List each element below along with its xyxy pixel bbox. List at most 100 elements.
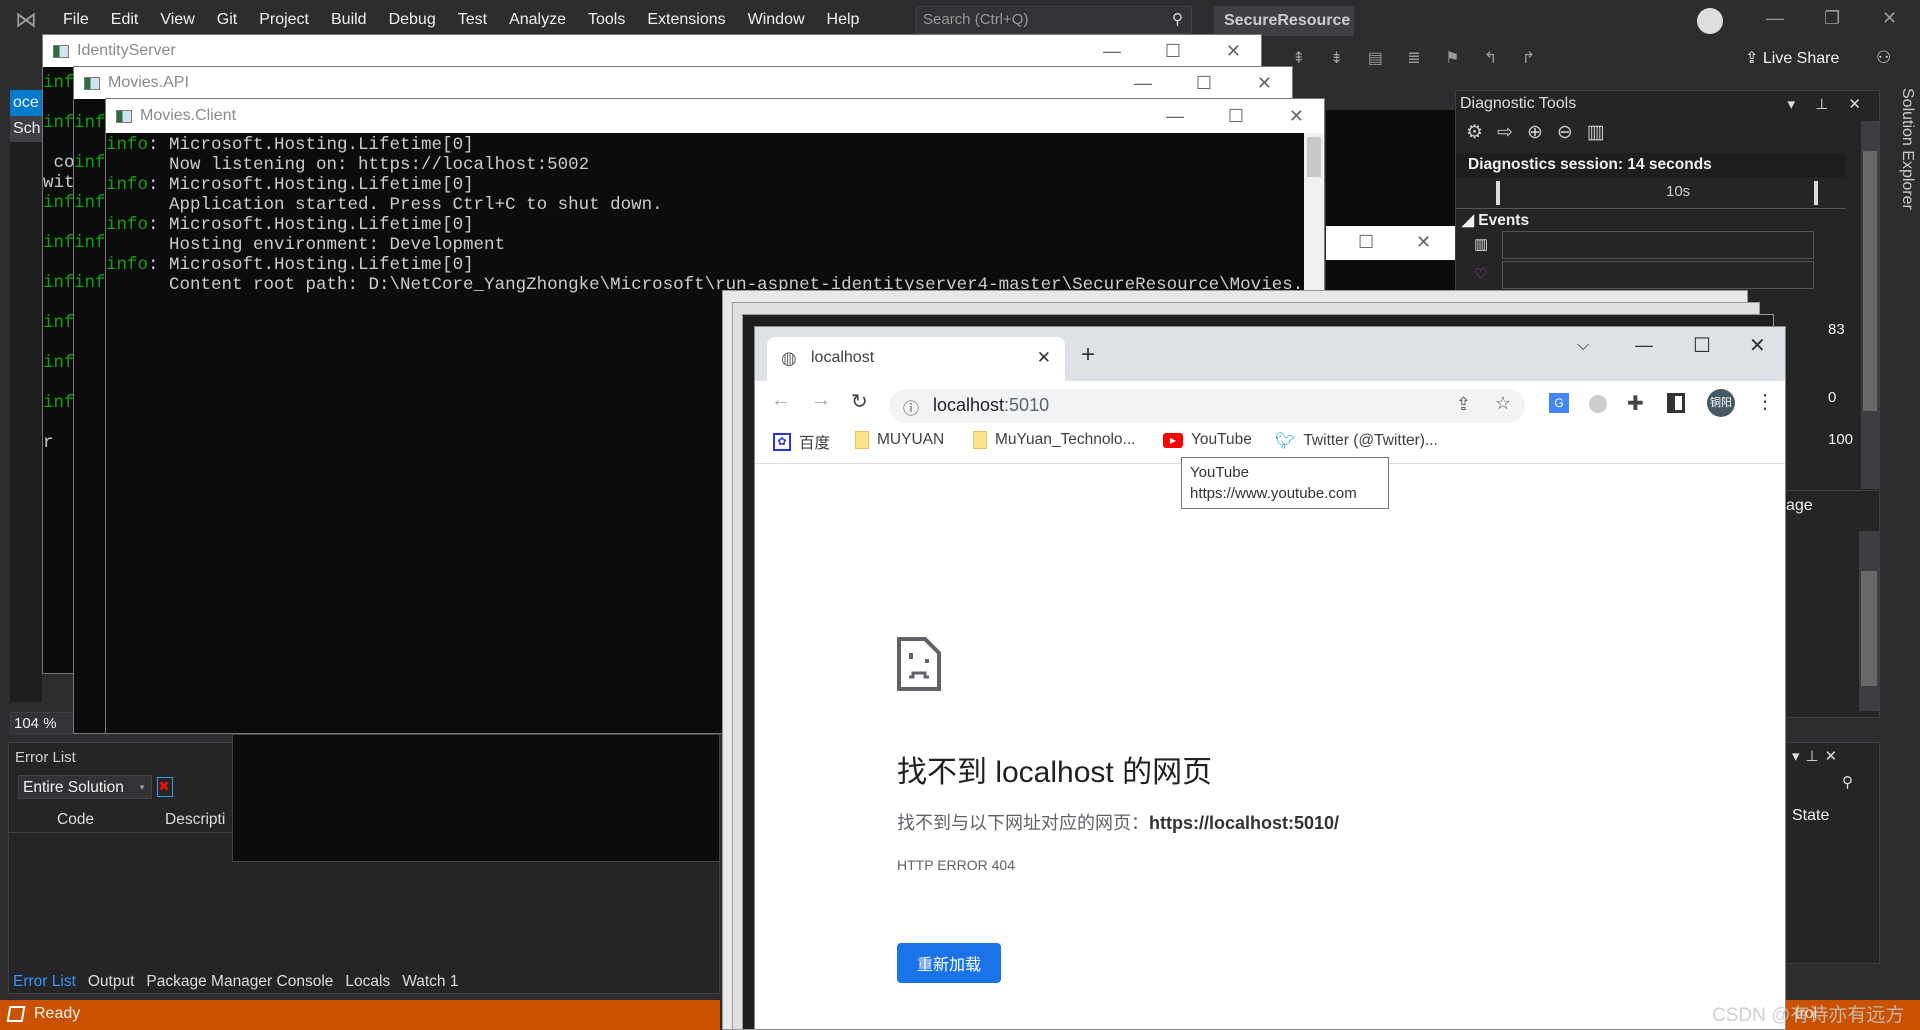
close-icon[interactable]: ✕: [1257, 73, 1272, 94]
log-level: info: [106, 175, 149, 195]
avatar[interactable]: [1697, 8, 1723, 34]
panel-controls[interactable]: ▾ ⊥ ✕: [1788, 95, 1870, 113]
toolbar-icons[interactable]: ⇞ ⇟ ▤ ≣ ⚑ ↰ ↱: [1292, 48, 1545, 68]
tab-search-icon[interactable]: ⌵: [1577, 337, 1589, 355]
close-icon[interactable]: ✕: [1882, 8, 1897, 29]
menu-git[interactable]: Git: [206, 11, 248, 28]
bookmark-muyuan[interactable]: MUYUAN: [855, 431, 944, 449]
tab-output[interactable]: Output: [88, 973, 135, 990]
menu-file[interactable]: File: [52, 11, 100, 28]
close-tab-icon[interactable]: ✕: [1037, 348, 1051, 368]
close-icon[interactable]: ✕: [1226, 41, 1241, 62]
close-icon[interactable]: ✕: [1749, 333, 1766, 358]
maximize-icon[interactable]: ☐: [1693, 333, 1711, 358]
maximize-icon[interactable]: ☐: [1228, 106, 1244, 127]
column-state[interactable]: State: [1792, 807, 1829, 825]
menu-analyze[interactable]: Analyze: [498, 11, 577, 28]
menu-edit[interactable]: Edit: [100, 11, 150, 28]
profile-avatar[interactable]: 铜阳: [1707, 389, 1735, 417]
menu-debug[interactable]: Debug: [378, 11, 447, 28]
menu-view[interactable]: View: [149, 11, 205, 28]
reload-icon[interactable]: ↻: [851, 389, 868, 414]
panel-controls[interactable]: ▾⊥✕: [1792, 747, 1843, 765]
extension-icon[interactable]: [1589, 395, 1607, 413]
menu-icon[interactable]: ⋮: [1755, 389, 1775, 414]
tab-watch-1[interactable]: Watch 1: [402, 973, 458, 990]
live-share-button[interactable]: ⇪ Live Share: [1745, 48, 1839, 68]
menu-build[interactable]: Build: [320, 11, 378, 28]
minimize-icon[interactable]: —: [1166, 106, 1184, 127]
solution-explorer-tab[interactable]: Solution Explorer: [1886, 88, 1916, 218]
usage-tab[interactable]: age: [1786, 497, 1813, 515]
timeline-start-handle[interactable]: [1496, 181, 1500, 205]
menu-help[interactable]: Help: [816, 11, 871, 28]
translate-icon[interactable]: G: [1549, 393, 1569, 413]
diag-scrollbar[interactable]: [1861, 121, 1879, 489]
console-text: co: [53, 153, 75, 173]
reload-button[interactable]: 重新加载: [897, 943, 1001, 983]
column-code[interactable]: Code: [57, 811, 94, 829]
browser-tab[interactable]: ◍ localhost ✕: [767, 337, 1065, 381]
url-port: :5010: [1004, 395, 1050, 415]
back-icon[interactable]: ←: [771, 389, 791, 412]
scope-value: Entire Solution: [23, 779, 124, 796]
diag-lower-panel: age: [1785, 490, 1880, 718]
menu-project[interactable]: Project: [248, 11, 320, 28]
bookmark-baidu[interactable]: ✿ 百度: [773, 431, 830, 453]
diag-session: Diagnostics session: 14 seconds: [1456, 153, 1846, 177]
star-icon[interactable]: ☆: [1495, 393, 1511, 414]
minimize-icon[interactable]: —: [1635, 335, 1653, 356]
tab-title: localhost: [811, 349, 875, 366]
feedback-icon[interactable]: ⚇: [1876, 48, 1891, 68]
timeline-tick: 10s: [1666, 183, 1691, 200]
log-text: : Microsoft.Hosting.Lifetime[0]: [148, 255, 474, 275]
tab-package-manager-console[interactable]: Package Manager Console: [146, 973, 333, 990]
menu-window[interactable]: Window: [737, 11, 816, 28]
tab-error-list[interactable]: Error List: [13, 973, 76, 990]
url-host: localhost: [933, 395, 1005, 415]
share-icon[interactable]: ⇪: [1456, 394, 1471, 415]
menu-extensions[interactable]: Extensions: [636, 11, 736, 28]
close-icon[interactable]: ✕: [1416, 232, 1431, 253]
events-section[interactable]: ◢ Events: [1462, 211, 1529, 230]
menu-tools[interactable]: Tools: [577, 11, 636, 28]
bookmark-youtube[interactable]: ▶ YouTube: [1163, 431, 1252, 449]
left-tab[interactable]: Sch: [10, 116, 44, 142]
timeline-ruler[interactable]: 10s: [1456, 179, 1846, 209]
search-input[interactable]: Search (Ctrl+Q) ⚲: [916, 6, 1192, 34]
puzzle-icon[interactable]: ✚: [1627, 391, 1644, 416]
minimize-icon[interactable]: —: [1103, 41, 1121, 62]
maximize-icon[interactable]: ☐: [1358, 232, 1374, 253]
bookmark-muyuan-tech[interactable]: MuYuan_Technolo...: [973, 431, 1135, 449]
scrollbar[interactable]: [1859, 531, 1879, 711]
forward-icon[interactable]: →: [811, 389, 831, 412]
chevron-down-icon: ▼: [138, 783, 146, 792]
twitter-icon: 🐦︎: [1275, 433, 1296, 450]
right-bottom-panel: ▾⊥✕ ⚲ State: [1785, 742, 1880, 964]
cpu-max-label: 100: [1828, 431, 1854, 448]
side-panel-icon[interactable]: [1667, 393, 1685, 413]
new-tab-icon[interactable]: +: [1081, 341, 1095, 369]
bookmark-twitter[interactable]: 🐦︎ Twitter (@Twitter)...: [1275, 431, 1438, 451]
maximize-icon[interactable]: ☐: [1165, 41, 1181, 62]
log-text: : Microsoft.Hosting.Lifetime[0]: [148, 175, 474, 195]
minimize-icon[interactable]: —: [1766, 8, 1784, 29]
search-icon[interactable]: ⚲: [1842, 773, 1853, 791]
errors-filter-icon[interactable]: ✖: [157, 777, 173, 797]
menu-test[interactable]: Test: [447, 11, 498, 28]
browser-window: ◍ localhost ✕ + ⌵ — ☐ ✕ ← → ↻ ⓘ localhos…: [754, 326, 1786, 1030]
minimize-icon[interactable]: —: [1134, 73, 1152, 94]
tab-locals[interactable]: Locals: [345, 973, 390, 990]
close-icon[interactable]: ✕: [1289, 106, 1304, 127]
column-description[interactable]: Descripti: [165, 811, 225, 829]
visual-studio-logo-icon: ⋈: [15, 7, 37, 32]
address-bar[interactable]: ⓘ localhost:5010 ⇪ ☆: [889, 389, 1525, 423]
diag-toolbar-icons[interactable]: ⚙⇨⊕⊖▥: [1466, 121, 1619, 144]
console-output: inf inf co wit inf inf inf inf inf inf r: [43, 73, 75, 453]
tab-strip: ◍ localhost ✕ + ⌵ — ☐ ✕: [755, 327, 1785, 381]
timeline-end-handle[interactable]: [1814, 181, 1818, 205]
maximize-icon[interactable]: ☐: [1196, 73, 1212, 94]
restore-icon[interactable]: ❐: [1824, 8, 1840, 29]
left-tab-active[interactable]: oce: [10, 90, 44, 116]
scope-dropdown[interactable]: Entire Solution ▼: [18, 775, 152, 799]
